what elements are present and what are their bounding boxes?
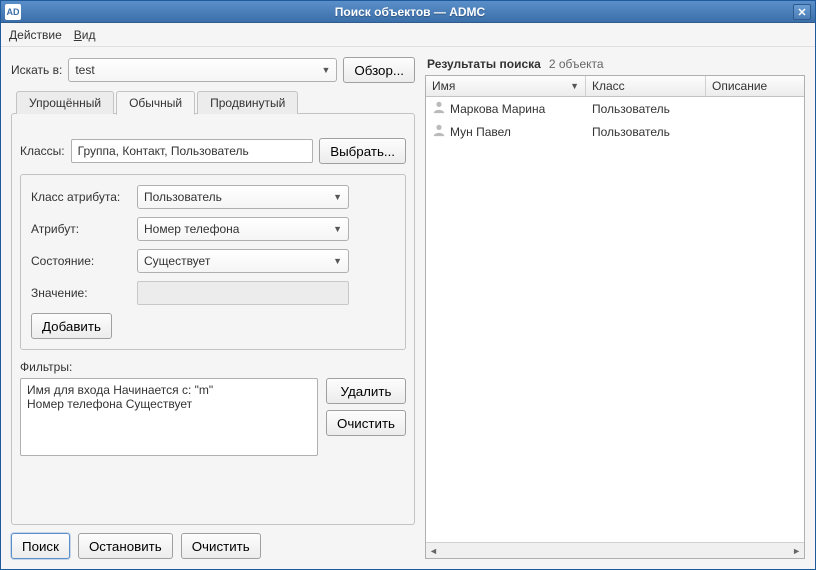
cell-class: Пользователь [592,125,670,139]
user-icon [432,100,446,117]
tab-advanced[interactable]: Продвинутый [197,91,298,114]
chevron-down-icon: ▼ [333,192,342,202]
menubar: Действие Вид [1,23,815,47]
user-icon [432,123,446,140]
attribute-group: Класс атрибута: Пользователь ▼ Атрибут: … [20,174,406,350]
close-icon [798,8,806,16]
tab-normal[interactable]: Обычный [116,91,195,115]
content: Искать в: test ▼ Обзор... Упрощённый Обы… [1,47,815,569]
tab-container: Упрощённый Обычный Продвинутый Классы: Г… [11,113,415,525]
tab-body: Классы: Группа, Контакт, Пользователь Вы… [20,138,406,456]
attr-class-value: Пользователь [144,190,222,204]
titlebar: AD Поиск объектов — ADMC [1,1,815,23]
cell-name: Мун Павел [450,125,511,139]
menu-view[interactable]: Вид [74,28,96,42]
state-combo[interactable]: Существует ▼ [137,249,349,273]
scroll-right-icon: ► [792,546,801,556]
remove-filter-button[interactable]: Удалить [326,378,406,404]
attr-class-combo[interactable]: Пользователь ▼ [137,185,349,209]
column-class[interactable]: Класс [586,76,706,96]
app-icon: AD [5,4,21,20]
search-in-row: Искать в: test ▼ Обзор... [11,57,415,83]
results-table: Имя ▼ Класс Описание Маркова Марина Польз… [425,75,805,559]
search-in-label: Искать в: [11,63,62,77]
search-in-value: test [75,63,94,77]
results-count: 2 объекта [549,57,604,71]
classes-row: Классы: Группа, Контакт, Пользователь Вы… [20,138,406,164]
column-class-label: Класс [592,79,625,93]
value-input [137,281,349,305]
column-desc[interactable]: Описание [706,76,804,96]
classes-label: Классы: [20,144,65,158]
window-title: Поиск объектов — ADMC [27,5,793,19]
close-button[interactable] [793,4,811,20]
column-name[interactable]: Имя ▼ [426,76,586,96]
menu-action[interactable]: Действие [9,28,62,42]
table-body: Маркова Марина Пользователь Мун Павел Польз… [426,97,804,542]
chevron-down-icon: ▼ [333,224,342,234]
tab-simple[interactable]: Упрощённый [16,91,114,114]
results-heading: Результаты поиска [427,57,541,71]
sort-icon: ▼ [570,81,579,91]
state-value: Существует [144,254,210,268]
bottom-buttons: Поиск Остановить Очистить [11,533,415,559]
attr-label: Атрибут: [31,222,131,236]
table-row[interactable]: Мун Павел Пользователь [426,120,804,143]
chevron-down-icon: ▼ [333,256,342,266]
right-panel: Результаты поиска 2 объекта Имя ▼ Класс … [425,57,805,559]
classes-input[interactable]: Группа, Контакт, Пользователь [71,139,314,163]
results-header: Результаты поиска 2 объекта [425,57,805,75]
column-desc-label: Описание [712,79,767,93]
cell-class: Пользователь [592,102,670,116]
search-button[interactable]: Поиск [11,533,70,559]
select-classes-button[interactable]: Выбрать... [319,138,406,164]
table-row[interactable]: Маркова Марина Пользователь [426,97,804,120]
window: AD Поиск объектов — ADMC Действие Вид Ис… [0,0,816,570]
table-header: Имя ▼ Класс Описание [426,76,804,97]
browse-button[interactable]: Обзор... [343,57,415,83]
chevron-down-icon: ▼ [321,65,330,75]
stop-button[interactable]: Остановить [78,533,173,559]
clear-button[interactable]: Очистить [181,533,261,559]
filters-label: Фильтры: [20,360,406,374]
tabs: Упрощённый Обычный Продвинутый [16,91,300,114]
filters-list[interactable]: Имя для входа Начинается с: "m" Номер те… [20,378,318,456]
cell-name: Маркова Марина [450,102,545,116]
column-name-label: Имя [432,79,455,93]
classes-value: Группа, Контакт, Пользователь [78,144,249,158]
attr-combo[interactable]: Номер телефона ▼ [137,217,349,241]
clear-filters-button[interactable]: Очистить [326,410,406,436]
horizontal-scrollbar[interactable]: ◄ ► [426,542,804,558]
scroll-left-icon: ◄ [429,546,438,556]
attr-class-label: Класс атрибута: [31,190,131,204]
left-panel: Искать в: test ▼ Обзор... Упрощённый Обы… [11,57,415,559]
filters-section: Фильтры: Имя для входа Начинается с: "m"… [20,360,406,456]
add-button[interactable]: Добавить [31,313,112,339]
value-label: Значение: [31,286,131,300]
search-in-combo[interactable]: test ▼ [68,58,337,82]
state-label: Состояние: [31,254,131,268]
attr-value: Номер телефона [144,222,239,236]
